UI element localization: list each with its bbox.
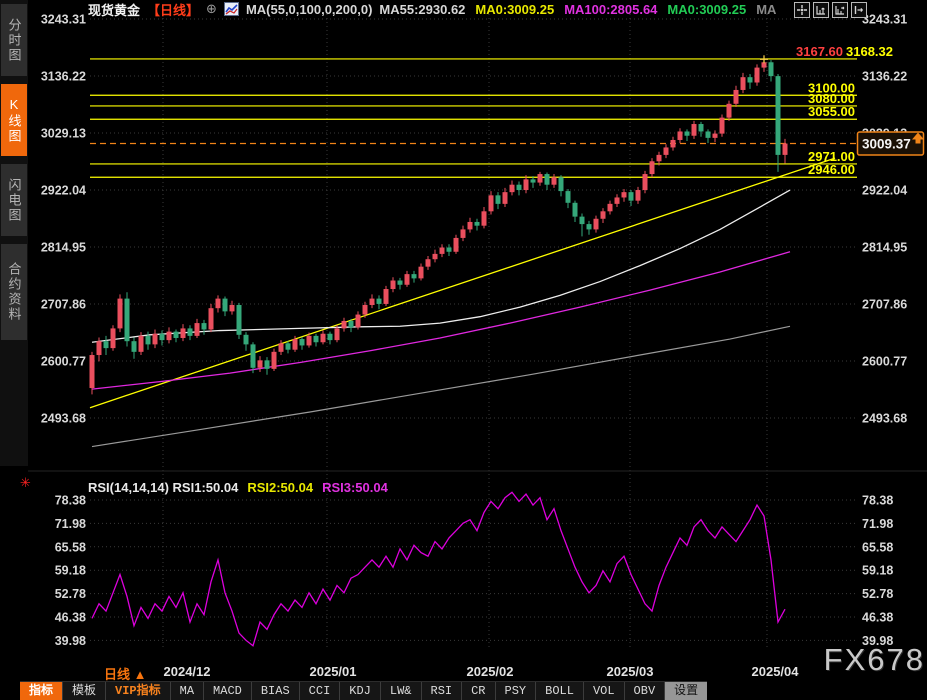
add-pane-icon[interactable] — [813, 2, 829, 18]
svg-text:3136.22: 3136.22 — [862, 70, 907, 84]
svg-text:78.38: 78.38 — [862, 494, 893, 508]
svg-text:39.98: 39.98 — [55, 634, 86, 648]
rsi-value-label: RSI(14,14,14) RSI1:50.04 — [88, 480, 238, 495]
svg-text:3168.32: 3168.32 — [846, 44, 893, 59]
svg-text:3167.60: 3167.60 — [796, 44, 843, 59]
pane-layout-icon[interactable] — [832, 2, 848, 18]
svg-text:2814.95: 2814.95 — [41, 241, 86, 255]
svg-text:3009.37: 3009.37 — [862, 137, 911, 152]
chart-type-sidebar: 分时图 K线图闪电图合约资料 — [0, 0, 28, 466]
rsi-value-label: RSI3:50.04 — [322, 480, 388, 495]
toolbar-button-MA[interactable]: MA — [170, 682, 203, 700]
toolbar-button-RSI[interactable]: RSI — [421, 682, 462, 700]
svg-text:2493.68: 2493.68 — [862, 412, 907, 426]
symbol-name: 现货黄金 — [88, 0, 140, 19]
live-indicator-icon: ✳ — [20, 475, 31, 491]
rsi-value-label: RSI2:50.04 — [247, 480, 313, 495]
svg-text:3243.31: 3243.31 — [41, 13, 86, 27]
svg-text:3243.31: 3243.31 — [862, 13, 907, 27]
svg-text:65.58: 65.58 — [55, 540, 86, 554]
indicator-toolbar: 指标模板VIP指标MAMACDBIASCCIKDJLW&RSICRPSYBOLL… — [20, 681, 707, 700]
svg-text:2600.77: 2600.77 — [862, 355, 907, 369]
chart-logo-icon — [224, 2, 239, 16]
svg-text:2814.95: 2814.95 — [862, 241, 907, 255]
sidebar-tab-分时图[interactable]: 分时图 — [1, 4, 27, 76]
toolbar-button-OBV[interactable]: OBV — [624, 682, 665, 700]
svg-text:59.18: 59.18 — [862, 564, 893, 578]
ma-settings-label: MA(55,0,100,0,200,0) — [246, 2, 372, 17]
toolbar-button-VOL[interactable]: VOL — [583, 682, 624, 700]
rsi-indicator-header: RSI(14,14,14) RSI1:50.04 RSI2:50.04 RSI3:5… — [88, 480, 388, 495]
month-label: 2025/03 — [607, 664, 654, 679]
toolbar-button-设置[interactable]: 设置 — [664, 682, 707, 700]
trading-app: { "header": { "symbol": "现货黄金", "period_… — [0, 0, 927, 699]
kline-chart-canvas[interactable]: 3243.313243.313136.223136.223029.133029.… — [0, 0, 927, 655]
svg-text:2922.04: 2922.04 — [862, 184, 907, 198]
month-label: 2024/12 — [164, 664, 211, 679]
svg-text:2707.86: 2707.86 — [862, 298, 907, 312]
toolbar-button-LW&[interactable]: LW& — [380, 682, 421, 700]
ma-values: MA55:2930.62 MA0:3009.25 MA100:2805.64 MA0:… — [379, 2, 776, 17]
chart-window-buttons — [794, 2, 867, 18]
sidebar-tab-K线图[interactable]: K线图 — [1, 84, 27, 156]
ma-value-label: MA — [756, 2, 776, 17]
toolbar-button-模板[interactable]: 模板 — [62, 682, 105, 700]
svg-text:2707.86: 2707.86 — [41, 298, 86, 312]
toolbar-button-BOLL[interactable]: BOLL — [535, 682, 583, 700]
toolbar-button-KDJ[interactable]: KDJ — [339, 682, 380, 700]
chart-header: 现货黄金 【日线】 ⊕ MA(55,0,100,0,200,0) MA55:29… — [88, 0, 776, 18]
svg-text:3055.00: 3055.00 — [808, 104, 855, 119]
toolbar-button-PSY[interactable]: PSY — [495, 682, 536, 700]
svg-text:3136.22: 3136.22 — [41, 70, 86, 84]
svg-text:52.78: 52.78 — [55, 587, 86, 601]
svg-text:78.38: 78.38 — [55, 494, 86, 508]
month-label: 2025/04 — [752, 664, 799, 679]
month-label: 2025/02 — [467, 664, 514, 679]
svg-text:2600.77: 2600.77 — [41, 355, 86, 369]
month-label: 2025/01 — [310, 664, 357, 679]
svg-text:3029.13: 3029.13 — [41, 127, 86, 141]
toolbar-button-MACD[interactable]: MACD — [203, 682, 251, 700]
toolbar-button-指标[interactable]: 指标 — [20, 682, 62, 700]
svg-text:59.18: 59.18 — [55, 564, 86, 578]
svg-text:2922.04: 2922.04 — [41, 184, 86, 198]
add-overlay-icon[interactable]: ⊕ — [206, 1, 217, 17]
ma-value-label: MA0:3009.25 — [475, 2, 554, 17]
svg-text:2946.00: 2946.00 — [808, 162, 855, 177]
time-axis: 日线 ▲ 2024/122025/012025/022025/032025/04 — [0, 655, 927, 681]
svg-text:52.78: 52.78 — [862, 587, 893, 601]
ma-value-label: MA0:3009.25 — [667, 2, 746, 17]
toolbar-button-CCI[interactable]: CCI — [299, 682, 340, 700]
fx678-watermark: FX678 — [824, 642, 925, 678]
sidebar-tab-闪电图[interactable]: 闪电图 — [1, 164, 27, 236]
ma-value-label: MA55:2930.62 — [379, 2, 465, 17]
svg-text:65.58: 65.58 — [862, 540, 893, 554]
period-tag: 【日线】 — [147, 0, 199, 19]
svg-text:71.98: 71.98 — [55, 517, 86, 531]
toolbar-button-BIAS[interactable]: BIAS — [251, 682, 299, 700]
crosshair-tool-icon[interactable] — [794, 2, 810, 18]
toolbar-button-CR[interactable]: CR — [461, 682, 494, 700]
ma-value-label: MA100:2805.64 — [564, 2, 657, 17]
svg-text:2493.68: 2493.68 — [41, 412, 86, 426]
svg-text:71.98: 71.98 — [862, 517, 893, 531]
svg-text:46.38: 46.38 — [862, 611, 893, 625]
sidebar-tab-合约资料[interactable]: 合约资料 — [1, 244, 27, 340]
collapse-right-panel-icon[interactable] — [851, 2, 867, 18]
toolbar-button-VIP指标[interactable]: VIP指标 — [105, 682, 170, 700]
svg-text:46.38: 46.38 — [55, 611, 86, 625]
